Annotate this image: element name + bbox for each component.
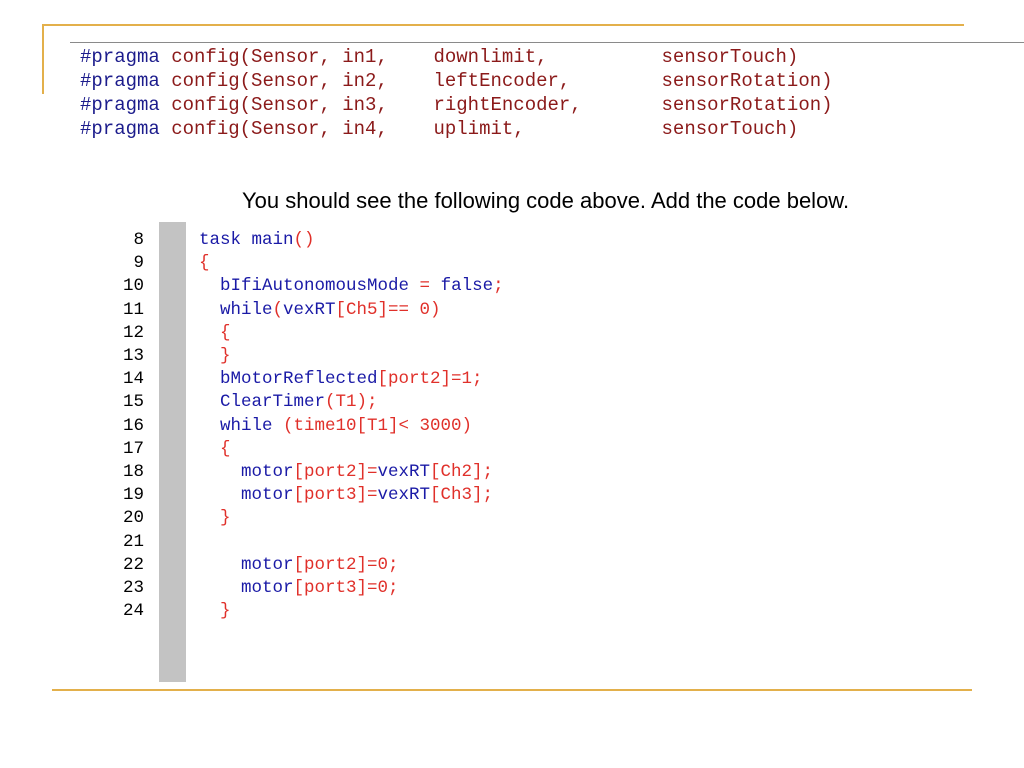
line-number: 20 — [122, 508, 144, 529]
pragma-line: #pragma config(Sensor, in4, uplimit, sen… — [80, 118, 799, 140]
code-text: bIfiAutonomousMode = false; — [199, 276, 504, 297]
line-number: 15 — [122, 392, 144, 413]
line-number: 23 — [122, 578, 144, 598]
code-text: } — [199, 346, 231, 366]
code-text: } — [199, 601, 231, 622]
code-line: 10 bIfiAutonomousMode = false; — [80, 275, 640, 298]
line-number: 8 — [133, 230, 144, 250]
slide-left-rule — [42, 24, 44, 94]
pragma-line: #pragma config(Sensor, in2, leftEncoder,… — [80, 70, 833, 92]
code-text: motor[port3]=0; — [199, 578, 399, 598]
line-number: 17 — [122, 438, 144, 459]
code-line: 17 { — [80, 438, 640, 461]
line-number: 24 — [122, 601, 144, 622]
code-text: motor[port3]=vexRT[Ch3]; — [199, 485, 494, 506]
line-number: 12 — [122, 322, 144, 343]
code-line: 20 } — [80, 507, 640, 530]
slide-top-rule — [42, 24, 964, 26]
line-number: 9 — [133, 253, 144, 274]
line-number: 19 — [122, 485, 144, 506]
code-line: 8 task main() — [80, 229, 640, 252]
code-text: bMotorReflected[port2]=1; — [199, 369, 483, 390]
code-text: ClearTimer(T1); — [199, 392, 378, 413]
line-number: 14 — [122, 369, 144, 390]
code-text: while(vexRT[Ch5]== 0) — [199, 299, 441, 320]
code-line: 16 while (time10[T1]< 3000) — [80, 415, 640, 438]
line-number: 18 — [122, 462, 144, 482]
code-line: 9{ — [80, 252, 640, 275]
code-text: motor[port2]=0; — [199, 554, 399, 575]
code-text: task main() — [199, 230, 315, 250]
code-text: { — [199, 438, 231, 459]
pragma-code-snippet: #pragma config(Sensor, in1, downlimit, s… — [70, 42, 1024, 147]
code-line: 15 ClearTimer(T1); — [80, 391, 640, 414]
line-number: 11 — [122, 299, 144, 320]
pragma-line: #pragma config(Sensor, in1, downlimit, s… — [80, 46, 799, 68]
code-line: 21 — [80, 531, 640, 554]
code-line: 22 motor[port2]=0; — [80, 554, 640, 577]
line-number: 13 — [122, 346, 144, 366]
line-number: 10 — [122, 276, 144, 297]
code-line: 12 { — [80, 322, 640, 345]
code-text: motor[port2]=vexRT[Ch2]; — [199, 462, 494, 482]
code-line: 13 } — [80, 345, 640, 368]
code-text: { — [199, 253, 210, 274]
line-number: 22 — [122, 554, 144, 575]
code-line: 23 motor[port3]=0; — [80, 577, 640, 600]
line-number: 21 — [122, 531, 144, 552]
code-text: while (time10[T1]< 3000) — [199, 415, 473, 436]
instruction-text: You should see the following code above.… — [242, 188, 850, 213]
code-text: { — [199, 322, 231, 343]
code-line: 14 bMotorReflected[port2]=1; — [80, 368, 640, 391]
slide-bottom-rule — [52, 689, 972, 691]
code-editor: 8 task main() 9{10 bIfiAutonomousMode = fa… — [80, 222, 640, 682]
pragma-line: #pragma config(Sensor, in3, rightEncoder… — [80, 94, 833, 116]
code-text: } — [199, 508, 231, 529]
code-line: 24 } — [80, 600, 640, 623]
code-line: 18 motor[port2]=vexRT[Ch2]; — [80, 461, 640, 484]
code-line: 19 motor[port3]=vexRT[Ch3]; — [80, 484, 640, 507]
line-number: 16 — [122, 415, 144, 436]
code-line: 11 while(vexRT[Ch5]== 0) — [80, 299, 640, 322]
